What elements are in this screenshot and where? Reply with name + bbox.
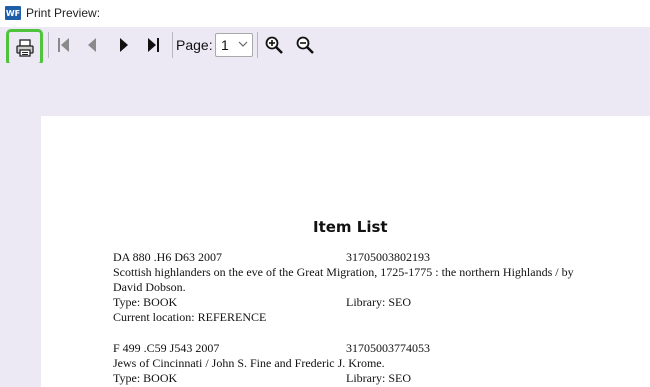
window-title: Print Preview: [26,6,101,20]
page-label: Page: [176,37,213,53]
item-barcode: 31705003774053 [346,341,430,355]
toolbar: Page: 1 [0,27,650,66]
preview-area[interactable]: Item List DA 880 .H6 D63 2007 3170500380… [0,63,650,387]
item-title-line: Scottish highlanders on the eve of the G… [113,265,574,279]
zoom-in-button[interactable] [260,31,288,59]
zoom-out-icon [296,36,314,54]
previous-page-button[interactable] [78,31,106,59]
document-title: Item List [313,218,388,236]
first-page-button[interactable] [49,31,77,59]
print-button[interactable] [6,29,43,66]
zoom-in-icon [265,36,283,54]
item-title-line: David Dobson. [113,280,186,294]
chevron-down-icon [238,41,248,47]
next-page-icon [120,38,128,52]
item-call-number: F 499 .C59 J543 2007 [113,341,220,355]
next-page-button[interactable] [110,31,138,59]
toolbar-separator [257,32,258,58]
page-select-value: 1 [221,37,229,53]
zoom-out-button[interactable] [291,31,319,59]
item-type: Type: BOOK [113,295,178,309]
item-barcode: 31705003802193 [346,250,430,264]
printer-icon [15,38,34,57]
item-call-number: DA 880 .H6 D63 2007 [113,250,223,264]
item-type: Type: BOOK [113,371,178,385]
toolbar-separator [172,32,173,58]
item-title-line: Jews of Cincinnati / John S. Fine and Fr… [113,356,385,370]
page-select[interactable]: 1 [215,33,253,57]
item-location: Current location: REFERENCE [113,310,267,324]
item-library: Library: SEO [346,295,411,309]
last-page-icon [148,38,159,52]
preview-page: Item List DA 880 .H6 D63 2007 3170500380… [41,116,650,387]
last-page-button[interactable] [140,31,168,59]
first-page-icon [58,38,69,52]
app-logo-icon: WF [5,6,21,20]
item-library: Library: SEO [346,371,411,385]
title-bar: WF Print Preview: [0,0,650,27]
previous-page-icon [88,38,96,52]
